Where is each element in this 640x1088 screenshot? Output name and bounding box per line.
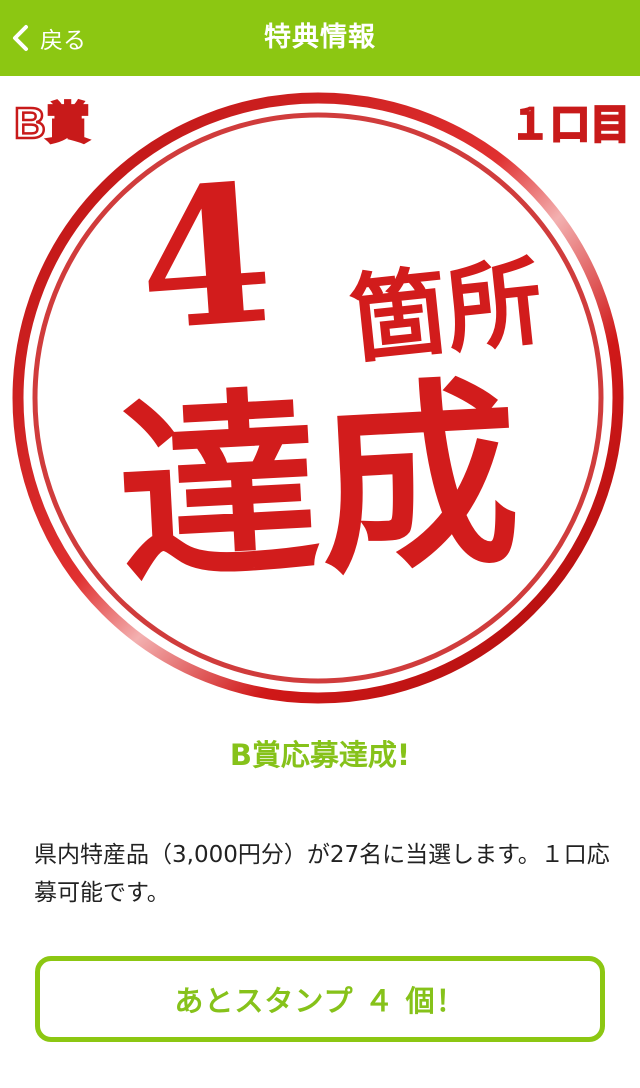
- stamp-count: 4: [132, 142, 279, 374]
- remaining-stamps-label: あとスタンプ ４ 個！: [174, 984, 466, 1018]
- remaining-stamps-button[interactable]: あとスタンプ ４ 個！: [35, 956, 605, 1042]
- stamp-attempt-label: １口目: [510, 103, 630, 147]
- stamp-unit: 箇所: [345, 244, 548, 376]
- app-header: 戻る 特典情報: [0, 0, 640, 76]
- stamp-prize-label: B賞: [14, 99, 90, 148]
- prize-title: B賞応募達成!: [229, 738, 411, 772]
- stamp-achieved: 達成: [112, 357, 524, 613]
- achievement-stamp: B賞 １口目 4 箇所 達成: [12, 92, 631, 704]
- stamp-image: B賞 １口目 4 箇所 達成: [0, 76, 640, 716]
- page-title: 特典情報: [264, 22, 376, 53]
- prize-description: 県内特産品（3,000円分）が27名に当選します。１口応募可能です。: [34, 842, 610, 906]
